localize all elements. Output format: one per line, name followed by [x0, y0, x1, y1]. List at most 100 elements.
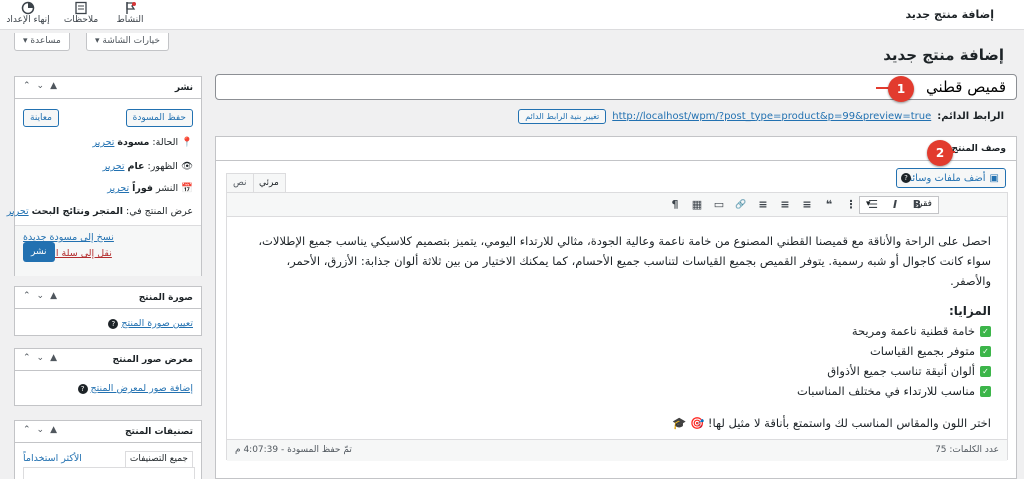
progress-circle-icon	[21, 1, 35, 15]
edit-publish-time-link[interactable]: تحرير	[107, 183, 129, 194]
read-more-icon[interactable]: ▭	[711, 197, 727, 213]
product-description-box: وصف المنتج 2 ▣ أضف ملفات وسائط ? مرئي نص…	[215, 136, 1017, 479]
help-icon[interactable]: ?	[108, 318, 119, 329]
eye-icon: 👁	[180, 161, 193, 172]
status-label: الحالة:	[152, 137, 179, 148]
word-count: عدد الكلمات: 75	[935, 445, 999, 455]
activity-label: النشاط	[116, 15, 144, 25]
toolbar-toggle-icon[interactable]: ▦	[689, 197, 705, 213]
publish-button[interactable]: نشر	[23, 242, 55, 262]
visibility-value: عام	[127, 161, 145, 172]
admin-top-bar: إنهاء الإعداد ملاحظات النشاط إضافة منتج …	[0, 0, 1024, 30]
box-controls: ⌃ ⌄ ▲	[23, 425, 57, 435]
move-up-icon[interactable]: ⌃	[23, 425, 31, 435]
annotation-marker-1: 1	[888, 76, 914, 102]
benefits-heading: المزايا:	[948, 304, 991, 318]
align-center-icon[interactable]: ≡	[777, 197, 793, 213]
product-categories-box: تصنيفات المنتج ⌃ ⌄ ▲ جميع التصنيفات الأك…	[14, 420, 202, 479]
benefit-item: ✓ خامة قطنية ناعمة ومريحة	[243, 321, 991, 341]
product-image-title: صورة المنتج	[138, 293, 193, 303]
tab-most-used[interactable]: الأكثر استخداماً	[23, 453, 82, 464]
align-left-icon[interactable]: ≡	[799, 197, 815, 213]
toggle-panel-icon[interactable]: ▲	[50, 353, 57, 363]
draft-saved-status: تمّ حفظ المسودة - 4:07:39 م	[235, 445, 352, 455]
intro-paragraph: احصل على الراحة والأناقة مع قميصنا القطن…	[258, 234, 991, 288]
numbered-list-icon[interactable]: ⋮	[843, 197, 859, 213]
move-up-icon[interactable]: ⌃	[23, 353, 31, 363]
toggle-panel-icon[interactable]: ▲	[50, 425, 57, 435]
finish-setup-item[interactable]: إنهاء الإعداد	[2, 0, 54, 30]
change-permalink-button[interactable]: تغيير بنية الرابط الدائم	[518, 108, 607, 124]
editor-toolbar: فقرة ▾ B I ☰ ⋮ ❝ ≡ ≡ ≡ 🔗 ▭ ▦ ¶	[227, 193, 1007, 217]
activity-item[interactable]: النشاط	[104, 0, 156, 30]
edit-status-link[interactable]: تحرير	[93, 137, 115, 148]
editor-help-icon[interactable]: ?	[901, 173, 911, 183]
box-controls: ⌃ ⌄ ▲	[23, 353, 57, 363]
check-icon: ✓	[980, 365, 991, 377]
benefit-text: متوفر بجميع القياسات	[869, 344, 975, 358]
gallery-title: معرض صور المنتج	[112, 355, 193, 365]
link-icon[interactable]: 🔗	[733, 197, 749, 213]
paragraph-icon[interactable]: ¶	[667, 197, 683, 213]
permalink-row: الرابط الدائم: http://localhost/wpm/?pos…	[518, 106, 1004, 126]
editor-body[interactable]: احصل على الراحة والأناقة مع قميصنا القطن…	[227, 217, 1007, 439]
benefit-text: خامة قطنية ناعمة ومريحة	[851, 324, 975, 338]
publish-box: نشر ⌃ ⌄ ▲ حفظ المسودة معاينة 📍 الحالة: م…	[7, 76, 202, 276]
add-media-icon: ▣	[989, 172, 999, 184]
move-down-icon[interactable]: ⌄	[37, 353, 45, 363]
move-down-icon[interactable]: ⌄	[37, 291, 45, 301]
toggle-panel-icon[interactable]: ▲	[50, 291, 57, 301]
top-page-heading: إضافة منتج جديد	[905, 8, 994, 21]
move-down-icon[interactable]: ⌄	[37, 425, 45, 435]
finish-setup-label: إنهاء الإعداد	[6, 15, 50, 25]
benefit-text: مناسب للارتداء في مختلف المناسبات	[796, 384, 975, 398]
add-gallery-images-link[interactable]: إضافة صور لمعرض المنتج	[91, 383, 193, 394]
status-row: 📍 الحالة: مسودة تحرير	[93, 137, 194, 148]
add-gallery-row: إضافة صور لمعرض المنتج ?	[77, 383, 193, 394]
move-down-icon[interactable]: ⌄	[37, 81, 45, 91]
italic-icon[interactable]: I	[887, 197, 903, 213]
categories-title: تصنيفات المنتج	[125, 427, 193, 437]
annotation-marker-2: 2	[927, 140, 953, 166]
blockquote-icon[interactable]: ❝	[821, 197, 837, 213]
toggle-panel-icon[interactable]: ▲	[50, 81, 57, 91]
edit-visibility-link[interactable]: تحرير	[103, 161, 125, 172]
notes-icon	[75, 1, 87, 15]
tab-visual[interactable]: مرئي	[252, 173, 286, 193]
screen-options-button[interactable]: خيارات الشاشة ▾	[86, 33, 169, 51]
visibility-row: 👁 الظهور: عام تحرير	[103, 161, 193, 172]
status-value: مسودة	[117, 137, 150, 148]
publish-box-title: نشر	[174, 83, 193, 93]
tab-text[interactable]: نص	[226, 173, 254, 193]
product-gallery-box: معرض صور المنتج ⌃ ⌄ ▲ إضافة صور لمعرض ال…	[14, 348, 202, 406]
save-draft-button[interactable]: حفظ المسودة	[125, 109, 193, 127]
help-button[interactable]: مساعدة ▾	[14, 33, 70, 51]
permalink-label: الرابط الدائم:	[937, 110, 1004, 122]
publish-actions: نسخ إلى مسودة جديدة نقل إلى سلة المُهملا…	[15, 225, 201, 276]
editor-content-area: فقرة ▾ B I ☰ ⋮ ❝ ≡ ≡ ≡ 🔗 ▭ ▦ ¶ احصل على …	[226, 192, 1008, 461]
notes-item[interactable]: ملاحظات	[55, 0, 107, 30]
categories-header: تصنيفات المنتج ⌃ ⌄ ▲	[15, 421, 201, 443]
notes-label: ملاحظات	[63, 15, 99, 25]
move-up-icon[interactable]: ⌃	[23, 81, 31, 91]
edit-catalog-link[interactable]: تحرير	[7, 206, 29, 217]
add-media-button[interactable]: ▣ أضف ملفات وسائط	[895, 168, 1006, 188]
bold-icon[interactable]: B	[909, 197, 925, 213]
permalink-url[interactable]: http://localhost/wpm/?post_type=product&…	[612, 111, 931, 122]
benefit-item: ✓ ألوان أنيقة تناسب جميع الأذواق	[243, 361, 991, 381]
move-up-icon[interactable]: ⌃	[23, 291, 31, 301]
preview-button[interactable]: معاينة	[23, 109, 59, 127]
benefit-item: ✓ متوفر بجميع القياسات	[243, 341, 991, 361]
check-icon: ✓	[980, 345, 991, 357]
editor-title: وصف المنتج	[951, 144, 1006, 154]
set-product-image-link[interactable]: تعيين صورة المنتج	[121, 318, 193, 329]
catalog-value: المتجر ونتائج البحث	[31, 206, 123, 217]
check-icon: ✓	[980, 385, 991, 397]
publish-label: النشر	[156, 183, 179, 194]
product-image-box: صورة المنتج ⌃ ⌄ ▲ تعيين صورة المنتج ?	[14, 286, 202, 336]
bullet-list-icon[interactable]: ☰	[865, 197, 881, 213]
tab-all-categories[interactable]: جميع التصنيفات	[124, 451, 193, 467]
help-icon[interactable]: ?	[77, 383, 88, 394]
pin-icon: 📍	[181, 137, 193, 148]
align-right-icon[interactable]: ≡	[755, 197, 771, 213]
